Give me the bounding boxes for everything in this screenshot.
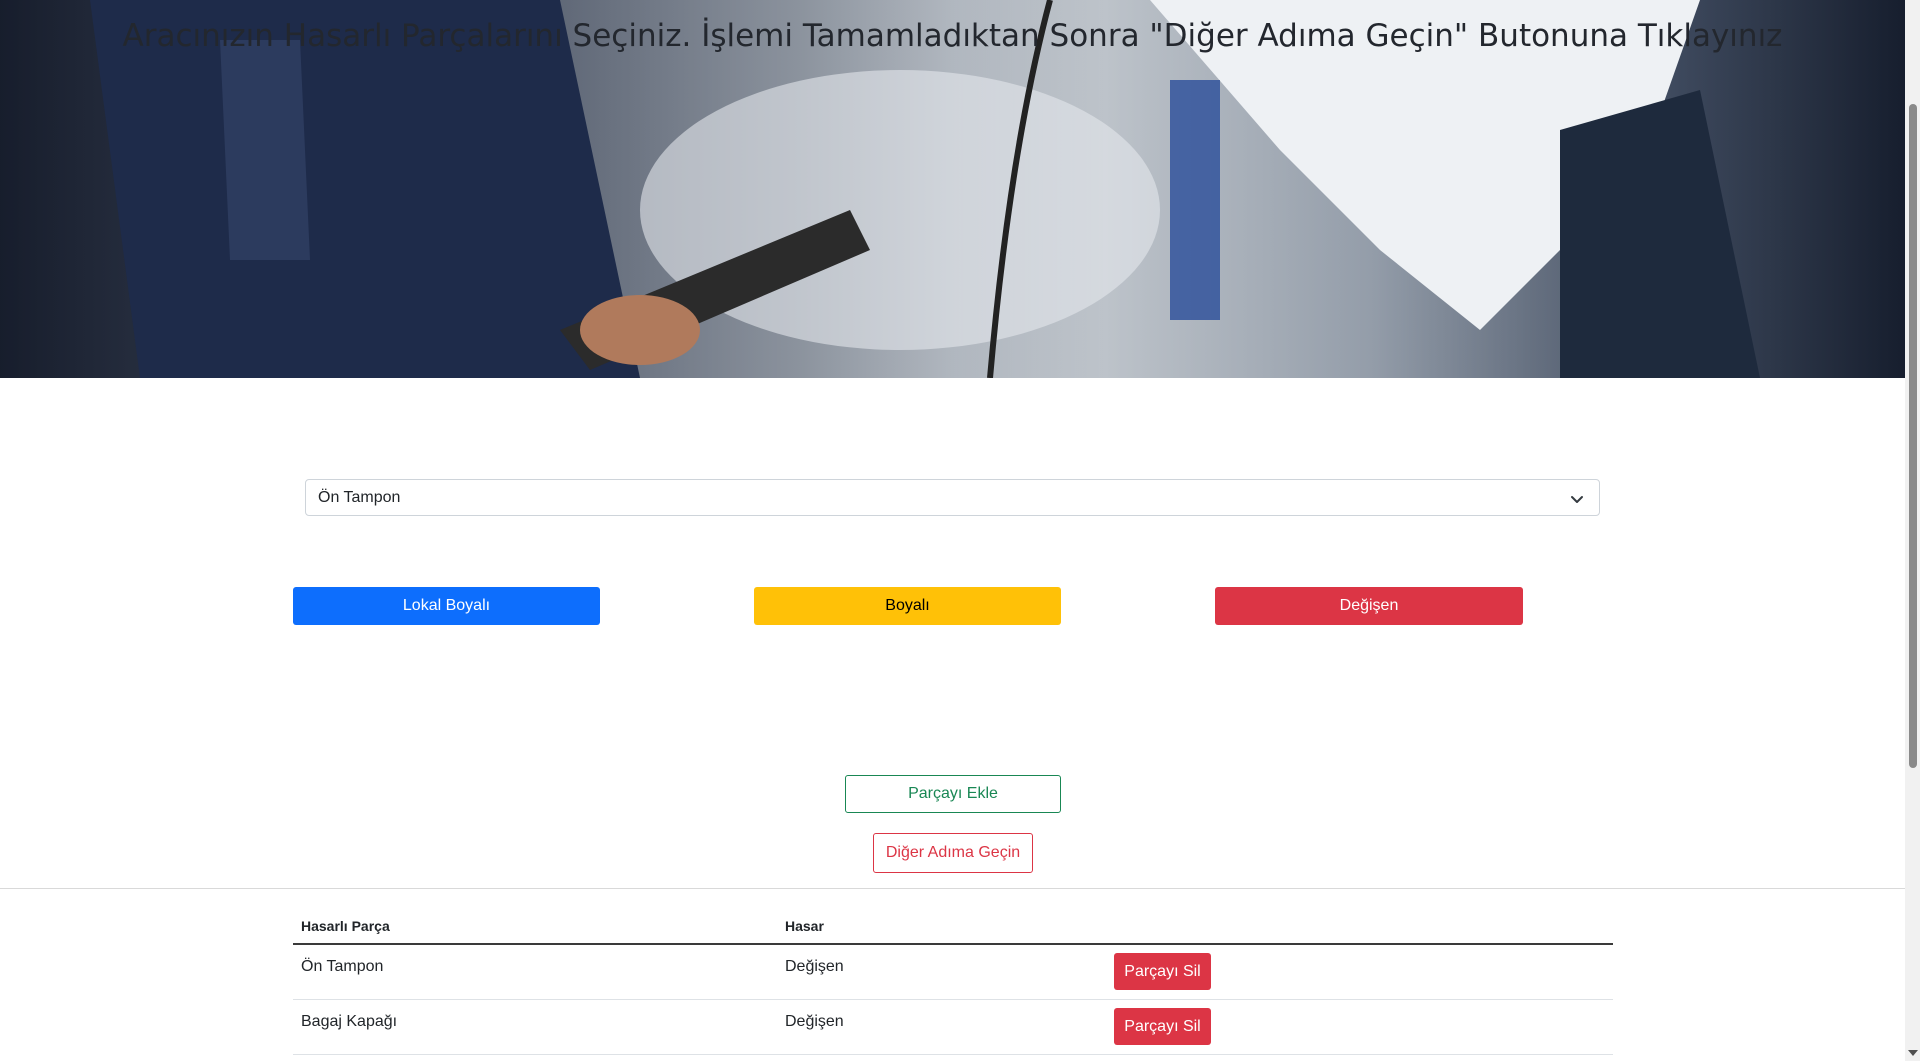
scroll-down-arrow-icon[interactable]	[1908, 1050, 1918, 1056]
part-select[interactable]: Ön Tampon	[305, 479, 1600, 516]
row-part: Bagaj Kapağı	[301, 1013, 398, 1030]
hero-photo-mechanic	[0, 0, 1905, 378]
header-part: Hasarlı Parça	[301, 918, 390, 934]
painted-button[interactable]: Boyalı	[754, 587, 1061, 625]
hero-banner: Aracınızın Hasarlı Parçalarını Seçiniz. …	[0, 0, 1905, 378]
header-damage: Hasar	[785, 918, 824, 934]
row-damage: Değişen	[785, 1013, 844, 1030]
local-painted-button[interactable]: Lokal Boyalı	[293, 587, 600, 625]
damaged-parts-table: Hasarlı Parça Hasar Ön Tampon Değişen Pa…	[293, 905, 1613, 1055]
replaced-button[interactable]: Değişen	[1215, 587, 1523, 625]
table-row: Bagaj Kapağı Değişen Parçayı Sil	[293, 1000, 1613, 1055]
row-part: Ön Tampon	[301, 958, 384, 975]
divider	[0, 888, 1905, 889]
table-row: Ön Tampon Değişen Parçayı Sil	[293, 945, 1613, 1000]
table-header: Hasarlı Parça Hasar	[293, 905, 1613, 945]
add-part-button[interactable]: Parçayı Ekle	[845, 775, 1061, 813]
vertical-scrollbar[interactable]	[1905, 0, 1920, 1061]
hero-title: Aracınızın Hasarlı Parçalarını Seçiniz. …	[122, 18, 1783, 54]
row-damage: Değişen	[785, 958, 844, 975]
scrollbar-thumb[interactable]	[1909, 104, 1917, 768]
delete-part-button[interactable]: Parçayı Sil	[1114, 953, 1211, 990]
part-select-value: Ön Tampon	[318, 489, 401, 506]
delete-part-button[interactable]: Parçayı Sil	[1114, 1008, 1211, 1045]
chevron-down-icon	[1571, 496, 1583, 503]
next-step-button[interactable]: Diğer Adıma Geçin	[873, 833, 1033, 873]
